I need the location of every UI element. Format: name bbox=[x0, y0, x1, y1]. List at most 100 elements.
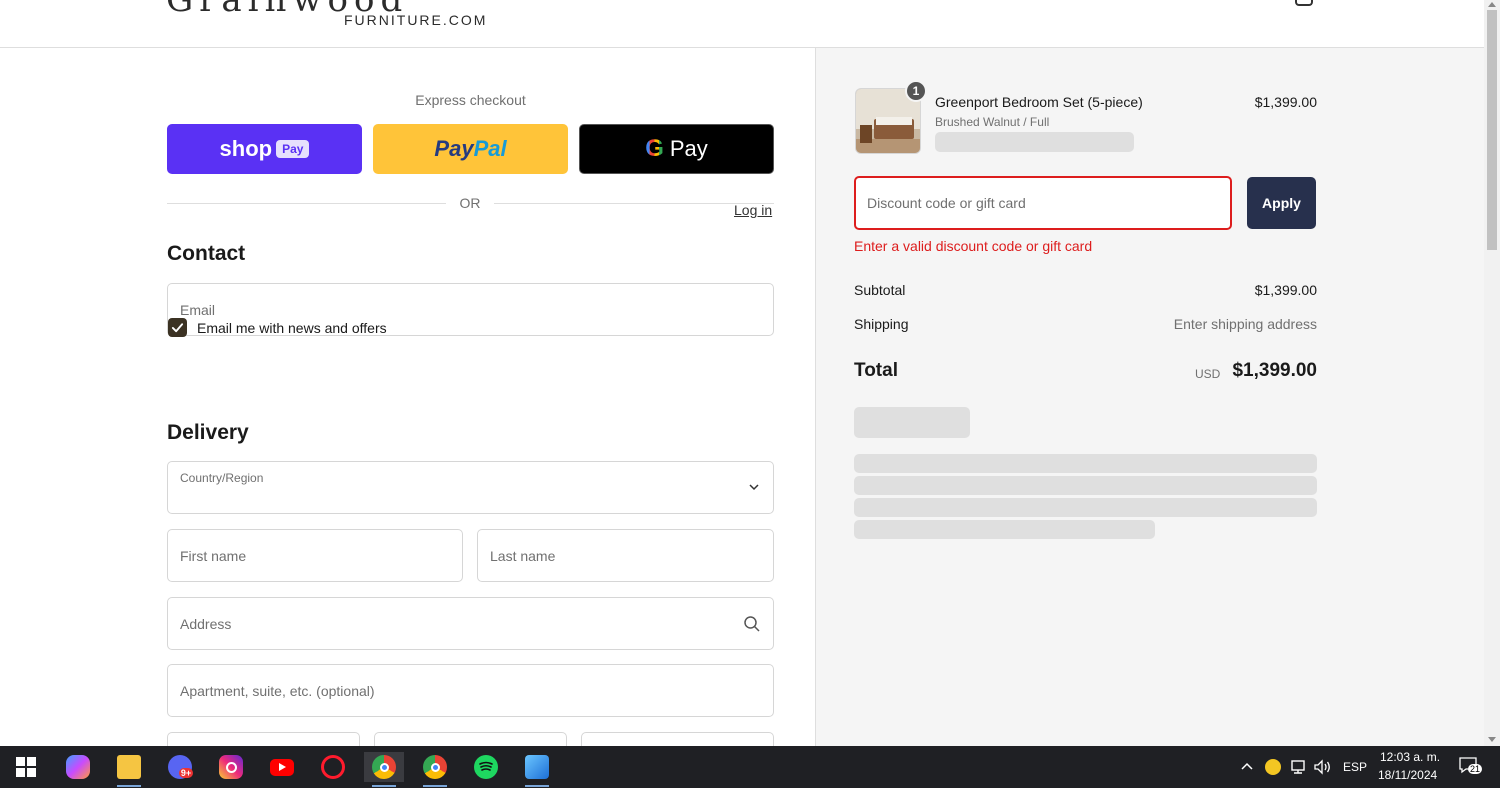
divider-line bbox=[494, 203, 774, 204]
address-placeholder: Address bbox=[180, 615, 232, 632]
or-divider: OR bbox=[167, 194, 774, 214]
chrome-profile-icon bbox=[423, 755, 447, 779]
copilot-icon bbox=[66, 755, 90, 779]
last-name-placeholder: Last name bbox=[490, 547, 556, 564]
loading-placeholder bbox=[854, 454, 1317, 473]
delivery-heading: Delivery bbox=[167, 421, 249, 444]
address-field[interactable]: Address bbox=[167, 597, 774, 650]
first-name-field[interactable]: First name bbox=[167, 529, 463, 582]
quantity-badge: 1 bbox=[905, 80, 927, 102]
country-label: Country/Region bbox=[180, 471, 264, 485]
google-g-icon: G bbox=[645, 135, 664, 162]
youtube-button[interactable] bbox=[262, 752, 302, 782]
or-text: OR bbox=[459, 195, 481, 211]
cart-icon[interactable] bbox=[1295, 0, 1313, 6]
search-icon bbox=[744, 616, 760, 632]
volume-icon[interactable] bbox=[1313, 759, 1333, 775]
page-scrollbar[interactable] bbox=[1484, 0, 1500, 746]
running-indicator bbox=[525, 785, 549, 787]
chrome-profile-button[interactable] bbox=[415, 752, 455, 787]
network-icon[interactable] bbox=[1289, 759, 1307, 775]
photos-icon bbox=[525, 755, 549, 779]
loading-placeholder bbox=[854, 476, 1317, 495]
file-explorer-button[interactable] bbox=[109, 752, 149, 787]
running-indicator bbox=[423, 785, 447, 787]
windows-taskbar: 9+ ESP 12:03 a. m. 18/11/2024 21 bbox=[0, 746, 1500, 788]
first-name-placeholder: First name bbox=[180, 547, 247, 564]
apartment-placeholder: Apartment, suite, etc. (optional) bbox=[180, 682, 375, 699]
express-checkout-label: Express checkout bbox=[415, 92, 526, 108]
product-name: Greenport Bedroom Set (5-piece) bbox=[935, 94, 1143, 110]
shop-pay-pill: Pay bbox=[276, 140, 310, 158]
photos-button[interactable] bbox=[517, 752, 557, 787]
login-link[interactable]: Log in bbox=[734, 202, 772, 218]
apply-discount-button[interactable]: Apply bbox=[1247, 177, 1316, 229]
email-placeholder: Email bbox=[180, 301, 216, 318]
chevron-up-icon[interactable] bbox=[1241, 761, 1253, 771]
site-header: Grainwood FURNITURE.COM bbox=[0, 0, 1484, 48]
shipping-label: Shipping bbox=[854, 316, 909, 332]
notification-count: 21 bbox=[1468, 764, 1483, 774]
last-name-field[interactable]: Last name bbox=[477, 529, 774, 582]
start-icon bbox=[16, 757, 36, 777]
instagram-button[interactable] bbox=[211, 752, 251, 782]
tray-app-icon[interactable] bbox=[1265, 759, 1281, 775]
newsletter-checkbox[interactable] bbox=[168, 318, 187, 337]
scroll-up-icon[interactable] bbox=[1488, 2, 1496, 7]
country-select[interactable]: Country/Region bbox=[167, 461, 774, 514]
running-indicator bbox=[117, 785, 141, 787]
discount-error-message: Enter a valid discount code or gift card bbox=[854, 238, 1093, 254]
chrome-icon bbox=[372, 755, 396, 779]
product-price: $1,399.00 bbox=[1254, 94, 1317, 110]
running-indicator bbox=[372, 785, 396, 787]
discount-code-input[interactable]: Discount code or gift card bbox=[854, 176, 1232, 230]
paypal-logo-part2: Pal bbox=[473, 136, 507, 161]
opera-button[interactable] bbox=[313, 752, 353, 782]
start-button[interactable] bbox=[6, 752, 46, 782]
spotify-button[interactable] bbox=[466, 752, 506, 782]
shop-pay-logo: shop bbox=[219, 136, 273, 161]
google-pay-label: Pay bbox=[669, 136, 708, 161]
instagram-icon bbox=[219, 755, 243, 779]
clock-time[interactable]: 12:03 a. m. bbox=[1380, 750, 1440, 764]
discord-icon: 9+ bbox=[168, 755, 194, 779]
google-pay-button[interactable]: G Pay bbox=[579, 124, 774, 174]
chrome-button[interactable] bbox=[364, 752, 404, 787]
clock-date[interactable]: 18/11/2024 bbox=[1378, 768, 1437, 782]
opera-icon bbox=[321, 755, 345, 779]
discount-placeholder: Discount code or gift card bbox=[867, 195, 1026, 211]
shipping-value: Enter shipping address bbox=[1173, 316, 1317, 332]
youtube-icon bbox=[270, 758, 294, 776]
apartment-field[interactable]: Apartment, suite, etc. (optional) bbox=[167, 664, 774, 717]
total-currency: USD bbox=[1195, 367, 1221, 381]
total-label: Total bbox=[854, 360, 898, 381]
subtotal-value: $1,399.00 bbox=[1254, 282, 1317, 298]
discord-button[interactable]: 9+ bbox=[160, 752, 200, 782]
divider-line bbox=[167, 203, 446, 204]
spotify-icon bbox=[474, 755, 498, 779]
scroll-thumb[interactable] bbox=[1487, 10, 1497, 250]
notifications-button[interactable]: 21 bbox=[1458, 756, 1483, 776]
language-indicator[interactable]: ESP bbox=[1343, 760, 1367, 774]
file-explorer-icon bbox=[117, 755, 141, 779]
checkmark-icon bbox=[171, 323, 184, 333]
subtotal-label: Subtotal bbox=[854, 282, 906, 298]
paypal-button[interactable]: Pay Pal bbox=[373, 124, 568, 174]
store-logo[interactable]: Grainwood FURNITURE.COM bbox=[160, 0, 500, 46]
loading-placeholder bbox=[854, 498, 1317, 517]
loading-placeholder bbox=[935, 132, 1134, 152]
discord-badge: 9+ bbox=[178, 768, 194, 778]
product-variant: Brushed Walnut / Full bbox=[935, 115, 1050, 129]
paypal-logo-part1: Pay bbox=[434, 136, 474, 161]
total-value: $1,399.00 bbox=[1232, 360, 1317, 381]
loading-placeholder bbox=[854, 407, 970, 438]
order-summary bbox=[815, 48, 1484, 746]
copilot-button[interactable] bbox=[58, 752, 98, 782]
chevron-down-icon bbox=[749, 484, 759, 491]
newsletter-label: Email me with news and offers bbox=[197, 320, 387, 336]
contact-heading: Contact bbox=[167, 242, 246, 265]
logo-subtitle: FURNITURE.COM bbox=[344, 12, 488, 28]
loading-placeholder bbox=[854, 520, 1155, 539]
scroll-down-icon[interactable] bbox=[1488, 737, 1496, 742]
shop-pay-button[interactable]: shop Pay bbox=[167, 124, 362, 174]
